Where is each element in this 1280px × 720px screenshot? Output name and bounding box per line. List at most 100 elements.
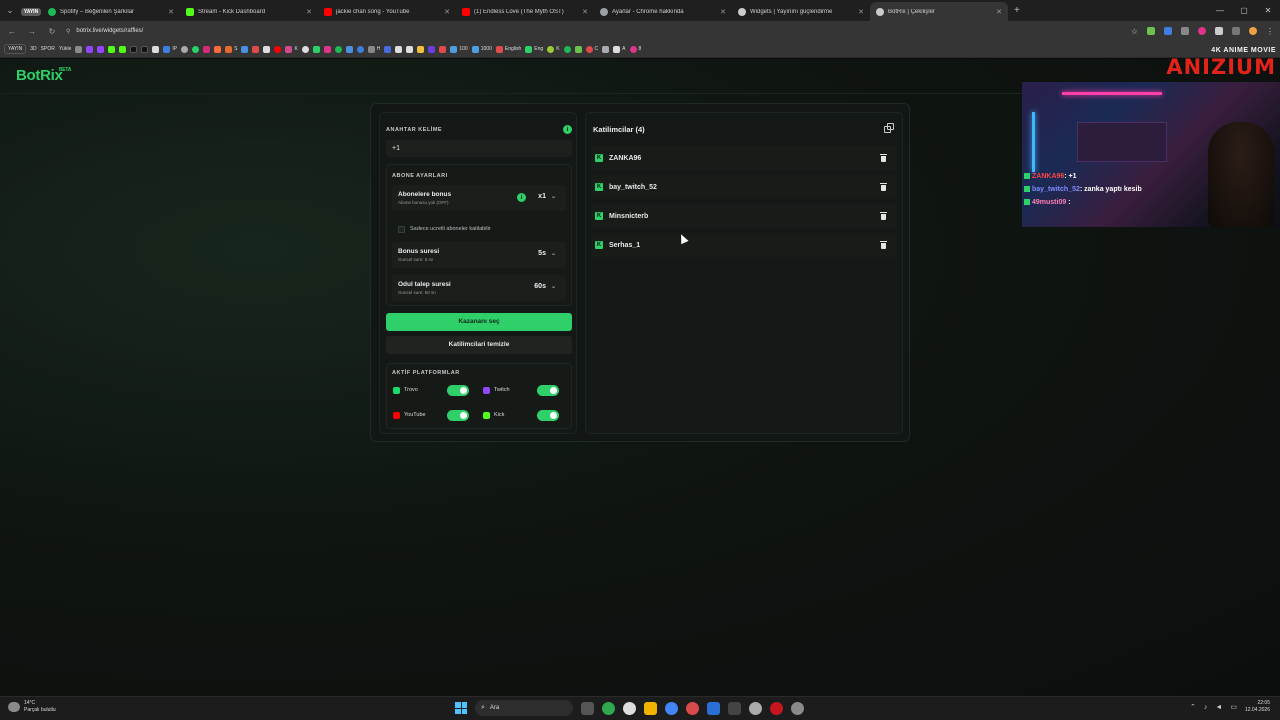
new-tab-button[interactable]: + (1008, 5, 1026, 16)
copy-icon[interactable] (883, 123, 894, 134)
clock[interactable]: 22:05 12.04.2026 (1245, 700, 1270, 714)
sidebar-icon[interactable] (1232, 27, 1240, 35)
bookmark-item[interactable]: 3D (30, 46, 36, 52)
app-icon[interactable] (686, 701, 699, 715)
close-icon[interactable]: ✕ (582, 8, 588, 16)
app-icon[interactable] (770, 701, 783, 715)
task-view-icon[interactable] (581, 701, 594, 715)
bonus-time-select[interactable]: 5s ⌄ (538, 250, 556, 257)
close-icon[interactable]: ✕ (720, 8, 726, 16)
bookmark-item[interactable]: C (585, 45, 598, 53)
gear-icon[interactable] (749, 701, 762, 715)
close-icon[interactable]: ✕ (996, 8, 1002, 16)
speaker-icon[interactable]: ◄ (1215, 704, 1222, 711)
close-icon[interactable]: ✕ (444, 8, 450, 16)
tab-botrix-raffles[interactable]: BotRix | Çekilişler ✕ (870, 2, 1008, 21)
trash-icon[interactable] (879, 153, 889, 163)
bookmark-item[interactable]: K (285, 45, 298, 53)
tab-youtube-1[interactable]: jackie chan song - YouTube ✕ (318, 2, 456, 21)
extension-icon[interactable] (1198, 27, 1206, 35)
app-icon[interactable] (623, 701, 636, 715)
info-icon[interactable]: i (563, 125, 572, 134)
bookmark-item[interactable] (241, 45, 249, 53)
bookmark-item[interactable] (334, 45, 342, 53)
bookmark-item[interactable] (312, 45, 320, 53)
bookmark-item[interactable] (86, 45, 94, 53)
keyword-input[interactable] (386, 140, 572, 157)
extension-icon[interactable] (1147, 27, 1155, 35)
bookmark-item[interactable] (356, 45, 364, 53)
taskbar-search[interactable]: ⌕ Ara (475, 700, 573, 716)
gear-icon[interactable] (791, 701, 804, 715)
bookmark-item[interactable] (130, 45, 138, 53)
tab-spotify[interactable]: Spotify – Beğenilen Şarkılar ✕ (42, 2, 180, 21)
windows-start-icon[interactable] (455, 702, 467, 714)
pick-winner-button[interactable]: Kazananı seç (386, 313, 572, 331)
youtube-toggle[interactable] (447, 409, 469, 421)
app-icon[interactable] (728, 701, 741, 715)
tab-search-icon[interactable]: ⌄ (0, 0, 20, 21)
tab-widgets[interactable]: Widgets | Yayınını güçlendirme ✕ (732, 2, 870, 21)
bookmark-item[interactable]: 8 (629, 45, 641, 53)
bookmark-item[interactable]: A (613, 45, 626, 53)
trovo-toggle[interactable] (447, 384, 469, 396)
trash-icon[interactable] (879, 182, 889, 192)
claim-time-select[interactable]: 60s ⌄ (534, 283, 556, 290)
bookmark-item[interactable] (97, 45, 105, 53)
tab-group-label[interactable]: YAYIN (20, 2, 42, 21)
bookmark-item[interactable]: SPOR (41, 46, 55, 52)
extension-icon[interactable] (1164, 27, 1172, 35)
bookmark-item[interactable] (428, 45, 436, 53)
bookmark-item[interactable] (119, 45, 127, 53)
bookmark-item[interactable] (214, 45, 222, 53)
bookmark-item[interactable] (263, 45, 271, 53)
bookmark-item[interactable]: S (225, 45, 237, 53)
bookmark-item[interactable] (439, 45, 447, 53)
maximize-icon[interactable]: ▢ (1232, 6, 1256, 15)
url-field[interactable]: ⚲ botrix.live/widgets/raffles/ (66, 28, 1123, 35)
bookmark-item[interactable] (301, 45, 309, 53)
back-icon[interactable]: ← (6, 27, 18, 36)
chrome-icon[interactable] (665, 701, 678, 715)
close-icon[interactable]: ✕ (306, 8, 312, 16)
extension-icon[interactable] (1181, 27, 1189, 35)
weather-widget[interactable]: 14°C Parçalı bulutlu (8, 700, 56, 714)
folder-icon[interactable] (644, 701, 657, 715)
bookmark-item[interactable] (602, 45, 610, 53)
bookmark-item[interactable] (406, 45, 414, 53)
bookmark-item[interactable]: English (495, 45, 521, 53)
bookmark-item[interactable] (152, 45, 160, 53)
brand-logo[interactable]: BotRix BETA (16, 67, 71, 84)
bookmark-item[interactable] (181, 45, 189, 53)
mic-icon[interactable]: ♪ (1204, 704, 1208, 711)
puzzle-icon[interactable] (1215, 27, 1223, 35)
bookmark-item[interactable] (323, 45, 331, 53)
trash-icon[interactable] (879, 240, 889, 250)
bookmark-item[interactable] (75, 45, 83, 53)
menu-icon[interactable]: ⋮ (1266, 27, 1274, 36)
paid-only-checkbox-row[interactable]: Sadece ucretli aboneler katilabilir (392, 220, 566, 238)
bookmark-item[interactable]: K (547, 45, 560, 53)
site-info-icon[interactable]: ⚲ (66, 28, 70, 35)
app-icon[interactable] (602, 701, 615, 715)
kick-toggle[interactable] (537, 409, 559, 421)
paid-only-checkbox[interactable] (398, 225, 405, 233)
bookmark-item[interactable] (563, 45, 571, 53)
chevron-up-icon[interactable]: ⌃ (1190, 703, 1196, 711)
bookmark-item[interactable]: Eng (525, 45, 543, 53)
tab-youtube-2[interactable]: (1) Endless Love (The Myth OST) ✕ (456, 2, 594, 21)
twitch-toggle[interactable] (537, 384, 559, 396)
close-window-icon[interactable]: ✕ (1256, 6, 1280, 15)
tab-chrome-settings[interactable]: Ayarlar - Chrome hakkında ✕ (594, 2, 732, 21)
trash-icon[interactable] (879, 211, 889, 221)
subscriber-bonus-select[interactable]: x1 ⌄ (538, 193, 556, 200)
forward-icon[interactable]: → (26, 27, 38, 36)
minimize-icon[interactable]: — (1208, 6, 1232, 15)
star-icon[interactable]: ☆ (1131, 27, 1138, 36)
profile-avatar[interactable] (1249, 27, 1257, 35)
bookmark-item[interactable] (345, 45, 353, 53)
bookmark-item[interactable] (384, 45, 392, 53)
bookmark-item[interactable] (203, 45, 211, 53)
network-icon[interactable]: ▭ (1230, 703, 1237, 711)
bookmark-item[interactable] (192, 45, 200, 53)
